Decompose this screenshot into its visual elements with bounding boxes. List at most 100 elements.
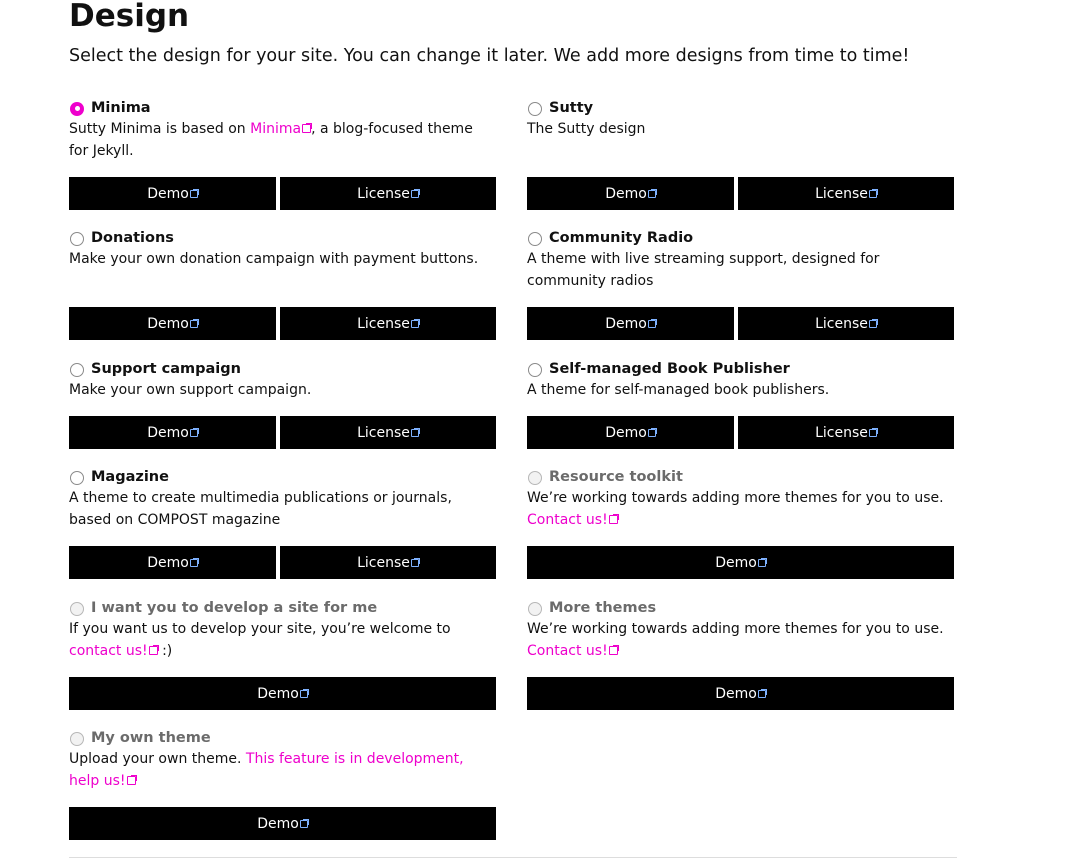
demo-button[interactable]: Demo	[69, 307, 276, 340]
external-link-icon	[189, 427, 199, 437]
demo-button[interactable]: Demo	[527, 416, 734, 449]
external-link-icon	[757, 688, 767, 698]
demo-button[interactable]: Demo	[527, 677, 954, 710]
option-description: Make your own support campaign.	[69, 382, 312, 398]
external-link-icon	[608, 513, 619, 524]
external-link-icon	[647, 318, 657, 328]
design-option-minima[interactable]: Minima Sutty Minima is based on Minima, …	[69, 98, 496, 162]
option-title: Donations	[91, 229, 174, 246]
license-button[interactable]: License	[280, 177, 496, 210]
contact-us-link[interactable]: Contact us!	[527, 643, 619, 659]
demo-button[interactable]: Demo	[527, 177, 734, 210]
design-option-own-theme: My own theme Upload your own theme. This…	[69, 728, 496, 792]
license-button[interactable]: License	[738, 177, 954, 210]
page-subtitle: Select the design for your site. You can…	[69, 46, 910, 66]
license-button[interactable]: License	[280, 416, 496, 449]
option-title: Minima	[91, 99, 151, 116]
design-option-magazine[interactable]: Magazine A theme to create multimedia pu…	[69, 467, 496, 531]
external-link-icon	[757, 557, 767, 567]
external-link-icon	[410, 188, 420, 198]
external-link-icon	[189, 557, 199, 567]
radio-more-themes	[528, 601, 542, 616]
option-description: The Sutty design	[527, 121, 646, 137]
external-link-icon	[868, 188, 878, 198]
option-description: A theme with live streaming support, des…	[527, 251, 880, 289]
external-link-icon	[410, 318, 420, 328]
demo-button[interactable]: Demo	[527, 307, 734, 340]
page-title: Design	[69, 0, 190, 34]
book-publisher-buttons: Demo License	[527, 416, 954, 449]
option-title: Magazine	[91, 468, 169, 485]
option-title: Sutty	[549, 99, 594, 116]
external-link-icon	[608, 644, 619, 655]
radio-donations[interactable]	[70, 231, 84, 246]
demo-button[interactable]: Demo	[69, 177, 276, 210]
resource-toolkit-buttons: Demo	[527, 546, 954, 579]
external-link-icon	[126, 774, 137, 785]
own-theme-buttons: Demo	[69, 807, 496, 840]
option-description: Upload your own theme. This feature is i…	[69, 751, 464, 789]
option-title: My own theme	[91, 729, 211, 746]
external-link-icon	[302, 123, 313, 133]
more-themes-buttons: Demo	[527, 677, 954, 710]
design-option-community-radio[interactable]: Community Radio A theme with live stream…	[527, 228, 954, 292]
design-option-support-campaign[interactable]: Support campaign Make your own support c…	[69, 359, 496, 402]
option-description: A theme to create multimedia publication…	[69, 490, 452, 528]
radio-develop-site	[70, 601, 84, 616]
option-title: Resource toolkit	[549, 468, 683, 485]
design-option-sutty[interactable]: Sutty The Sutty design	[527, 98, 954, 141]
radio-own-theme	[70, 731, 84, 746]
design-option-donations[interactable]: Donations Make your own donation campaig…	[69, 228, 496, 271]
option-title: Community Radio	[549, 229, 694, 246]
external-link-icon	[299, 818, 309, 828]
radio-support-campaign[interactable]	[70, 362, 84, 377]
design-option-resource-toolkit: Resource toolkit We’re working towards a…	[527, 467, 954, 531]
divider	[69, 857, 957, 858]
option-title: Self-managed Book Publisher	[549, 360, 790, 377]
demo-button[interactable]: Demo	[69, 546, 276, 579]
option-description: A theme for self-managed book publishers…	[527, 382, 830, 398]
design-option-develop-site: I want you to develop a site for me If y…	[69, 598, 496, 662]
sutty-buttons: Demo License	[527, 177, 954, 210]
option-title: I want you to develop a site for me	[91, 599, 378, 616]
external-link-icon	[647, 427, 657, 437]
external-link-icon	[647, 188, 657, 198]
external-link-icon	[299, 688, 309, 698]
radio-resource-toolkit	[528, 470, 542, 485]
contact-us-link[interactable]: Contact us!	[527, 512, 619, 528]
community-radio-buttons: Demo License	[527, 307, 954, 340]
external-link-icon	[868, 318, 878, 328]
radio-community-radio[interactable]	[528, 231, 542, 246]
demo-button[interactable]: Demo	[69, 807, 496, 840]
external-link-icon	[189, 188, 199, 198]
demo-button[interactable]: Demo	[69, 677, 496, 710]
option-description: We’re working towards adding more themes…	[527, 621, 944, 659]
external-link-icon	[410, 557, 420, 567]
demo-button[interactable]: Demo	[69, 416, 276, 449]
license-button[interactable]: License	[738, 416, 954, 449]
radio-sutty[interactable]	[528, 101, 542, 116]
option-description: Sutty Minima is based on Minima, a blog-…	[69, 121, 473, 159]
option-description: Make your own donation campaign with pay…	[69, 251, 479, 267]
radio-minima[interactable]	[70, 101, 84, 116]
option-title: More themes	[549, 599, 657, 616]
license-button[interactable]: License	[280, 307, 496, 340]
license-button[interactable]: License	[738, 307, 954, 340]
external-link-icon	[148, 644, 159, 655]
option-title: Support campaign	[91, 360, 241, 377]
option-description: We’re working towards adding more themes…	[527, 490, 944, 528]
option-description: If you want us to develop your site, you…	[69, 621, 451, 659]
design-option-book-publisher[interactable]: Self-managed Book Publisher A theme for …	[527, 359, 954, 402]
minima-link[interactable]: Minima	[250, 121, 313, 137]
license-button[interactable]: License	[280, 546, 496, 579]
demo-button[interactable]: Demo	[527, 546, 954, 579]
donations-buttons: Demo License	[69, 307, 496, 340]
contact-us-link[interactable]: contact us!	[69, 643, 159, 659]
develop-site-buttons: Demo	[69, 677, 496, 710]
external-link-icon	[868, 427, 878, 437]
support-campaign-buttons: Demo License	[69, 416, 496, 449]
external-link-icon	[410, 427, 420, 437]
external-link-icon	[189, 318, 199, 328]
radio-magazine[interactable]	[70, 470, 84, 485]
radio-book-publisher[interactable]	[528, 362, 542, 377]
